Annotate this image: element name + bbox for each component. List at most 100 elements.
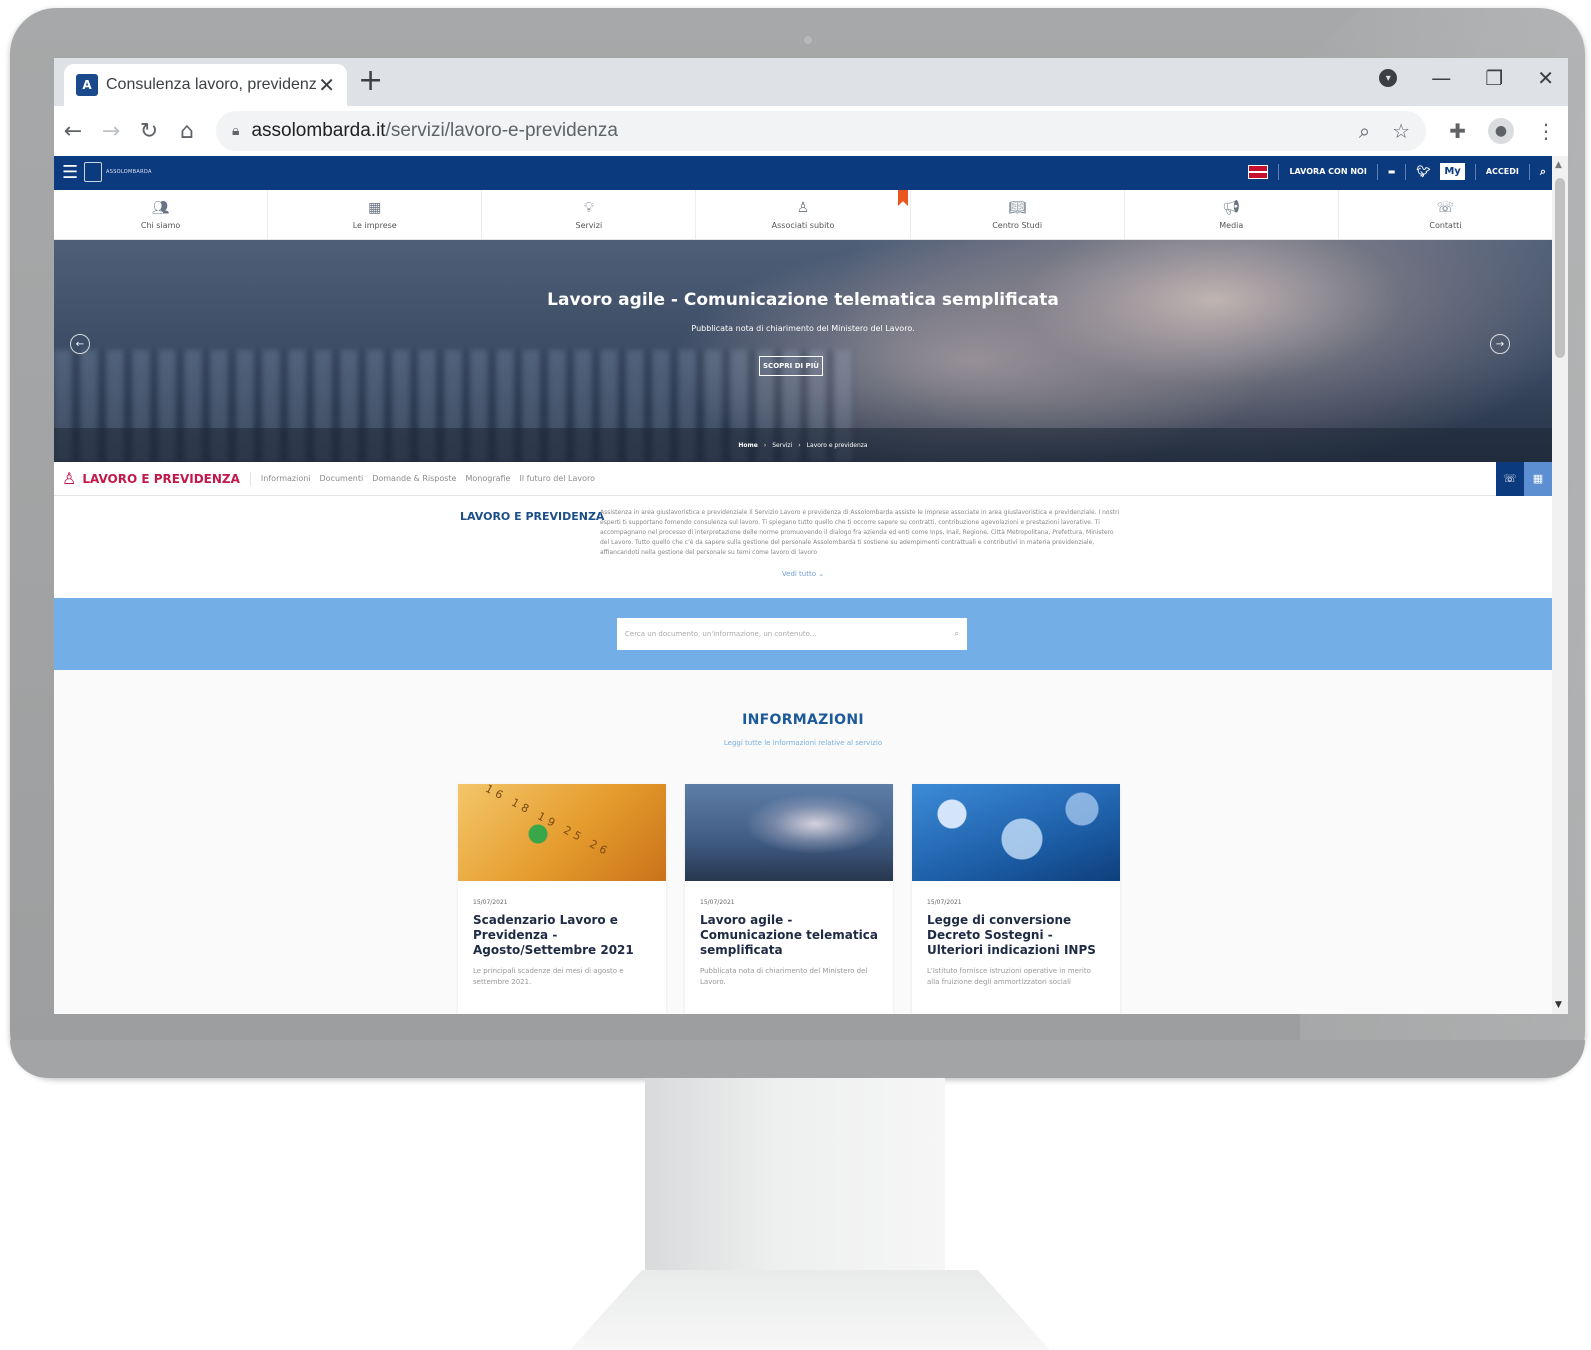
scroll-down-icon[interactable]: ▼ [1555, 1000, 1562, 1010]
gears-image [912, 784, 1120, 881]
intro-text: Assistenza in area giuslavoristica e pre… [600, 509, 1120, 556]
twitter-icon[interactable]: 🐦︎ [1416, 165, 1430, 178]
monitor-stand-base [570, 1270, 1050, 1350]
building-icon: ▦ [368, 199, 382, 216]
main-menu: 👥︎ Chi siamo ▦ Le imprese 💡︎ Servizi ♙ A… [54, 190, 1552, 240]
english-flag-icon[interactable] [1248, 164, 1269, 179]
screen: A Consulenza lavoro, previdenza e ✕ + ▾ … [54, 58, 1568, 1014]
book-icon: 📖︎ [1008, 199, 1027, 216]
linkedin-icon[interactable]: ▬ [1388, 167, 1396, 176]
search-placeholder: Cerca un documento, un'informazione, un … [625, 630, 817, 638]
close-window-icon[interactable]: ✕ [1537, 66, 1554, 90]
tab-title: Consulenza lavoro, previdenza e [106, 76, 316, 93]
menu-item-contatti[interactable]: ☏ Contatti [1339, 190, 1552, 239]
logo-text: ASSOLOMBARDA [106, 169, 152, 175]
informazioni-subtitle[interactable]: Leggi tutte le informazioni relative al … [54, 739, 1552, 747]
browser-tab[interactable]: A Consulenza lavoro, previdenza e ✕ [64, 64, 347, 106]
menu-item-media[interactable]: 📢︎ Media [1125, 190, 1339, 239]
menu-label: Media [1219, 220, 1244, 230]
card-title[interactable]: Legge di conversione Decreto Sostegni - … [927, 913, 1105, 958]
my-area-button[interactable]: My [1440, 163, 1465, 180]
carousel-prev-icon[interactable]: ← [70, 334, 90, 354]
more-menu-icon[interactable]: ⋮ [1536, 119, 1556, 143]
breadcrumb-servizi[interactable]: Servizi [772, 442, 792, 449]
address-bar[interactable]: 🔒︎ assolombarda.it /servizi/lavoro-e-pre… [216, 111, 1426, 151]
vedi-tutto-link[interactable]: Vedi tutto ⌄ [54, 570, 1552, 578]
logo-icon [84, 162, 102, 182]
hero-title: Lavoro agile - Comunicazione telematica … [547, 290, 1059, 310]
menu-label: Associati subito [771, 220, 835, 230]
phone-icon: ☏ [1436, 199, 1455, 216]
hamburger-menu-icon[interactable]: ☰ [62, 162, 78, 183]
card-title[interactable]: Scadenzario Lavoro e Previdenza - Agosto… [473, 913, 651, 958]
search-icon[interactable]: ⌕ [955, 629, 959, 639]
chrome-profile-icon[interactable]: ▾ [1379, 69, 1398, 87]
subnav-domande-risposte[interactable]: Domande & Risposte [372, 474, 456, 483]
window-controls: ▾ — ❐ ✕ [1379, 66, 1554, 90]
menu-item-le-imprese[interactable]: ▦ Le imprese [268, 190, 483, 239]
calendar-button[interactable]: ▦ [1524, 461, 1552, 496]
subnav-documenti[interactable]: Documenti [320, 474, 364, 483]
calendar-pin-image [458, 784, 666, 881]
news-card[interactable]: 15/07/2021 Legge di conversione Decreto … [912, 784, 1120, 1014]
zoom-icon[interactable]: ⌕ [1359, 119, 1370, 143]
informazioni-title: INFORMAZIONI [742, 712, 864, 728]
accedi-link[interactable]: ACCEDI [1486, 167, 1519, 176]
scopri-di-piu-button[interactable]: SCOPRI DI PIÙ [759, 356, 823, 376]
informazioni-section: INFORMAZIONI Leggi tutte le informazioni… [54, 670, 1552, 1014]
divider [1474, 163, 1476, 180]
site-search-icon[interactable]: ⌕ [1540, 165, 1546, 179]
people-icon: 👥︎ [151, 199, 170, 216]
carousel-next-icon[interactable]: → [1490, 334, 1510, 354]
restore-icon[interactable]: ❐ [1485, 66, 1503, 90]
scrollbar[interactable]: ▲ ▼ [1552, 156, 1568, 1014]
divider [1528, 163, 1530, 180]
reload-icon[interactable]: ↻ [130, 119, 168, 144]
hero-banner: Lavoro agile - Comunicazione telematica … [54, 240, 1552, 462]
minimize-icon[interactable]: — [1431, 66, 1451, 90]
home-icon[interactable]: ⌂ [168, 119, 206, 144]
section-people-icon: ♙ [62, 469, 77, 488]
card-title[interactable]: Lavoro agile - Comunicazione telematica … [700, 913, 878, 958]
news-card[interactable]: 15/07/2021 Lavoro agile - Comunicazione … [685, 784, 893, 1014]
monitor-stand-neck [645, 1078, 945, 1278]
tab-strip: A Consulenza lavoro, previdenza e ✕ + ▾ … [54, 58, 1568, 106]
menu-item-servizi[interactable]: 💡︎ Servizi [482, 190, 697, 239]
browser-toolbar: ← → ↻ ⌂ 🔒︎ assolombarda.it /servizi/lavo… [54, 106, 1568, 156]
breadcrumb-home[interactable]: Home [738, 442, 757, 449]
close-icon[interactable]: ✕ [318, 73, 335, 97]
menu-item-centro-studi[interactable]: 📖︎ Centro Studi [911, 190, 1125, 239]
subnav-informazioni[interactable]: Informazioni [261, 474, 311, 483]
menu-item-chi-siamo[interactable]: 👥︎ Chi siamo [54, 190, 269, 239]
extensions-icon[interactable]: ✚ [1449, 119, 1466, 143]
back-icon[interactable]: ← [54, 119, 92, 144]
card-text: Pubblicata nota di chiarimento del Minis… [700, 967, 868, 986]
card-text: Le principali scadenze dei mesi di agost… [473, 967, 624, 986]
search-input[interactable]: Cerca un documento, un'informazione, un … [617, 618, 967, 650]
bookmark-star-icon[interactable]: ☆ [1392, 119, 1410, 143]
scroll-thumb[interactable] [1555, 178, 1565, 358]
subnav-monografie[interactable]: Monografie [465, 474, 510, 483]
scroll-up-icon[interactable]: ▲ [1555, 160, 1562, 170]
camera-dot [804, 36, 812, 44]
new-tab-button[interactable]: + [358, 66, 383, 96]
page-viewport: ☰ ASSOLOMBARDA LAVORA CON NOI ▬ 🐦︎ My AC… [54, 156, 1568, 1014]
forward-icon[interactable]: → [92, 119, 130, 144]
lock-icon[interactable]: 🔒︎ [232, 123, 239, 139]
menu-item-associati-subito[interactable]: ♙ Associati subito [696, 190, 911, 239]
web-page: ☰ ASSOLOMBARDA LAVORA CON NOI ▬ 🐦︎ My AC… [54, 156, 1552, 1014]
lightbulb-icon: 💡︎ [583, 199, 594, 216]
site-logo[interactable]: ASSOLOMBARDA [84, 162, 152, 182]
monitor-chin [10, 1040, 1585, 1078]
breadcrumb-separator-icon: › [798, 441, 801, 449]
contact-phone-button[interactable]: ☏ [1496, 461, 1524, 496]
breadcrumb-separator-icon: › [763, 441, 767, 449]
subnav-futuro-lavoro[interactable]: Il futuro del Lavoro [519, 474, 595, 483]
lavora-con-noi-link[interactable]: LAVORA CON NOI [1289, 167, 1366, 176]
breadcrumb: Home › Servizi › Lavoro e previdenza [54, 428, 1552, 462]
intro-section: LAVORO E PREVIDENZA Assistenza in area g… [54, 496, 1552, 598]
profile-avatar-icon[interactable]: ● [1488, 118, 1514, 144]
news-card[interactable]: 15/07/2021 Scadenzario Lavoro e Previden… [458, 784, 666, 1014]
url-path: /servizi/lavoro-e-previdenza [385, 120, 618, 141]
search-band: Cerca un documento, un'informazione, un … [54, 598, 1552, 670]
